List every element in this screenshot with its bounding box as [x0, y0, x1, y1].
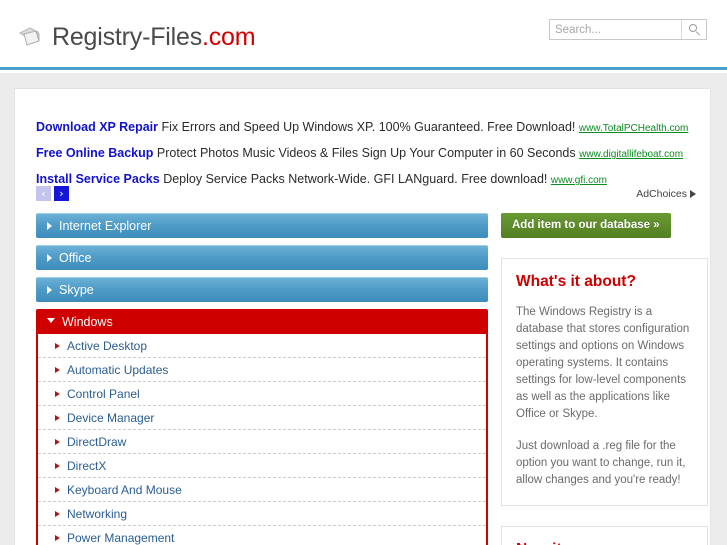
list-item[interactable]: Automatic Updates	[38, 358, 486, 382]
list-item[interactable]: DirectX	[38, 454, 486, 478]
ad-row: Free Online Backup Protect Photos Music …	[36, 146, 696, 162]
arrow-right-icon	[55, 462, 60, 469]
about-panel: What's it about? The Windows Registry is…	[501, 258, 708, 506]
sidebar: Add item to our database » What's it abo…	[501, 213, 708, 545]
list-item[interactable]: Keyboard And Mouse	[38, 478, 486, 502]
arrow-right-icon	[55, 438, 60, 445]
ad-block: Download XP Repair Fix Errors and Speed …	[36, 120, 696, 201]
list-item-label: Control Panel	[67, 386, 140, 401]
category-header-internet-explorer[interactable]: Internet Explorer	[36, 213, 488, 238]
logo-name: Registry-Files	[52, 22, 202, 51]
chevron-right-icon	[47, 221, 52, 230]
logo-text: Registry-Files.com	[52, 22, 256, 52]
adchoices-triangle-icon	[690, 190, 696, 198]
ad-description: Protect Photos Music Videos & Files Sign…	[156, 146, 576, 160]
documents-stack-icon	[16, 22, 46, 52]
list-item-label: DirectX	[67, 458, 107, 473]
category-label: Internet Explorer	[59, 218, 152, 233]
about-paragraph-2: Just download a .reg file for the option…	[516, 440, 686, 486]
list-item[interactable]: Device Manager	[38, 406, 486, 430]
ad-row: Install Service Packs Deploy Service Pac…	[36, 172, 696, 188]
ad-row: Download XP Repair Fix Errors and Speed …	[36, 120, 696, 136]
category-label: Office	[59, 250, 92, 265]
category-label: Skype	[59, 282, 94, 297]
arrow-right-icon	[55, 486, 60, 493]
chevron-right-icon	[47, 285, 52, 294]
arrow-right-icon	[55, 414, 60, 421]
chevron-right-icon	[47, 253, 52, 262]
category-header-skype[interactable]: Skype	[36, 277, 488, 302]
new-items-panel: New items Force a repair of the Search I…	[501, 526, 708, 545]
list-item-label: DirectDraw	[67, 434, 127, 449]
ad-description: Fix Errors and Speed Up Windows XP. 100%…	[161, 120, 576, 134]
site-header: Registry-Files.com	[0, 0, 727, 70]
logo-tld: .com	[202, 22, 256, 51]
ad-title-link[interactable]: Install Service Packs	[36, 172, 160, 186]
search-input[interactable]	[550, 20, 681, 39]
windows-subitem-list: Active Desktop Automatic Updates Control…	[36, 334, 488, 545]
add-item-button[interactable]: Add item to our database »	[501, 213, 671, 238]
list-item[interactable]: Control Panel	[38, 382, 486, 406]
list-item[interactable]: Active Desktop	[38, 334, 486, 358]
ad-description: Deploy Service Packs Network-Wide. GFI L…	[163, 172, 548, 186]
search-box	[549, 19, 707, 40]
list-item-label: Keyboard And Mouse	[67, 482, 182, 497]
category-header-office[interactable]: Office	[36, 245, 488, 270]
category-header-windows[interactable]: Windows	[36, 309, 488, 334]
list-item-label: Power Management	[67, 530, 175, 545]
ad-title-link[interactable]: Free Online Backup	[36, 146, 153, 160]
list-item-label: Device Manager	[67, 410, 155, 425]
list-item-label: Networking	[67, 506, 128, 521]
adchoices-label: AdChoices	[636, 188, 687, 200]
chevron-down-icon	[47, 318, 55, 323]
ad-title-link[interactable]: Download XP Repair	[36, 120, 158, 134]
content-container: Download XP Repair Fix Errors and Speed …	[14, 88, 711, 545]
search-icon	[689, 24, 697, 32]
list-item-label: Active Desktop	[67, 339, 148, 353]
about-paragraph-1: The Windows Registry is a database that …	[516, 306, 690, 420]
ad-pagination: ‹ ›	[36, 186, 69, 201]
ad-url-link[interactable]: www.TotalPCHealth.com	[579, 123, 688, 134]
category-accordion: Internet Explorer Office Skype Windows A…	[36, 213, 488, 545]
list-item[interactable]: DirectDraw	[38, 430, 486, 454]
arrow-right-icon	[55, 390, 60, 397]
adchoices-link[interactable]: AdChoices	[636, 188, 696, 200]
search-button[interactable]	[681, 20, 706, 39]
list-item[interactable]: Power Management	[38, 526, 486, 545]
ad-next-arrow-icon[interactable]: ›	[54, 186, 69, 201]
ad-url-link[interactable]: www.gfi.com	[551, 175, 607, 186]
ad-url-link[interactable]: www.digitallifeboat.com	[579, 149, 683, 160]
list-item-label: Automatic Updates	[67, 362, 169, 377]
arrow-right-icon	[55, 510, 60, 517]
arrow-right-icon	[55, 534, 60, 541]
page-root: Registry-Files.com Download XP Repair Fi…	[0, 0, 727, 545]
list-item[interactable]: Networking	[38, 502, 486, 526]
site-logo[interactable]: Registry-Files.com	[16, 22, 256, 52]
arrow-right-icon	[55, 343, 60, 349]
arrow-right-icon	[55, 366, 60, 373]
new-items-title: New items	[516, 541, 693, 545]
about-panel-title: What's it about?	[516, 273, 636, 290]
category-label: Windows	[62, 314, 113, 329]
ad-prev-arrow-icon[interactable]: ‹	[36, 186, 51, 201]
